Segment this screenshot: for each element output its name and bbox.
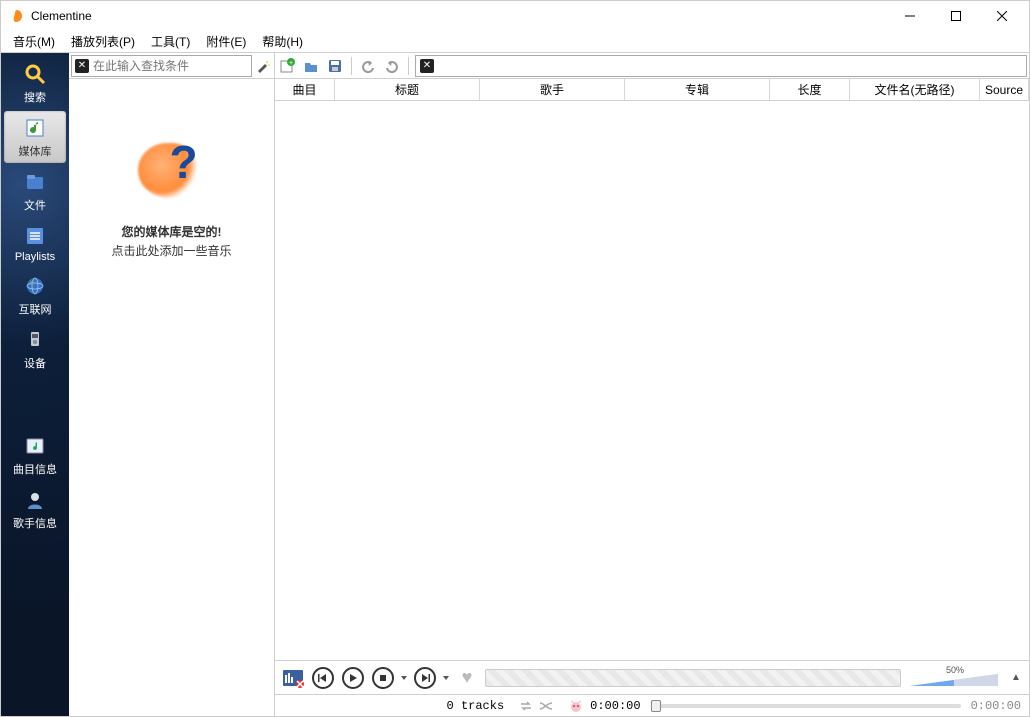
track-count: 0 tracks xyxy=(447,699,505,713)
progress-bar[interactable] xyxy=(485,669,901,687)
playlist-icon xyxy=(22,223,48,249)
col-track[interactable]: 曲目 xyxy=(275,79,335,100)
main-area: 搜索 媒体库 文件 Playlists 互联网 设备 xyxy=(1,53,1029,716)
library-search-input[interactable] xyxy=(93,59,248,73)
minimize-button[interactable] xyxy=(887,1,933,31)
chevron-down-icon xyxy=(443,670,449,686)
sidebar-item-files[interactable]: 文件 xyxy=(4,165,66,217)
menu-playlist[interactable]: 播放列表(P) xyxy=(63,31,143,52)
sidebar-item-internet[interactable]: 互联网 xyxy=(4,269,66,321)
empty-library-icon: ? xyxy=(132,129,212,209)
visualization-button[interactable] xyxy=(281,666,305,690)
total-time: 0:00:00 xyxy=(971,699,1021,713)
close-tab-icon[interactable]: ✕ xyxy=(420,59,434,73)
sidebar-item-label: 搜索 xyxy=(24,89,46,105)
col-length[interactable]: 长度 xyxy=(770,79,850,100)
svg-text:+: + xyxy=(289,60,293,67)
sidebar-item-label: 媒体库 xyxy=(19,143,52,159)
sidebar-item-label: Playlists xyxy=(15,251,55,263)
sidebar-item-label: 设备 xyxy=(24,355,46,371)
open-playlist-button[interactable] xyxy=(301,56,321,76)
playlist-column-header: 曲目 标题 歌手 专辑 长度 文件名(无路径) Source xyxy=(275,79,1029,101)
playlist-area: + ✕ 曲目 标题 歌手 专辑 长度 文件名(无路径) Source xyxy=(275,53,1029,716)
playlist-toolbar: + ✕ xyxy=(275,53,1029,79)
shuffle-button[interactable] xyxy=(536,697,556,715)
sidebar-item-artistinfo[interactable]: 歌手信息 xyxy=(4,483,66,535)
app-title: Clementine xyxy=(31,9,92,23)
library-search-row: ✕ xyxy=(69,53,274,79)
maximize-button[interactable] xyxy=(933,1,979,31)
clear-icon[interactable]: ✕ xyxy=(75,59,89,73)
sidebar-item-songinfo[interactable]: 曲目信息 xyxy=(4,429,66,481)
library-empty-state[interactable]: ? 您的媒体库是空的! 点击此处添加一些音乐 xyxy=(69,79,274,716)
sidebar-item-devices[interactable]: 设备 xyxy=(4,323,66,375)
previous-button[interactable] xyxy=(311,666,335,690)
new-playlist-button[interactable]: + xyxy=(277,56,297,76)
elapsed-time: 0:00:00 xyxy=(590,699,640,713)
library-icon xyxy=(22,115,48,141)
player-controls: ♥ 50% ▲ xyxy=(275,660,1029,694)
empty-library-subtitle: 点击此处添加一些音乐 xyxy=(111,242,231,259)
play-button[interactable] xyxy=(341,666,365,690)
person-icon xyxy=(22,487,48,513)
statusbar: 0 tracks 0:00:00 0:00:00 xyxy=(275,694,1029,716)
titlebar: Clementine xyxy=(1,1,1029,31)
songinfo-icon xyxy=(22,433,48,459)
menu-music[interactable]: 音乐(M) xyxy=(5,31,63,52)
menubar: 音乐(M) 播放列表(P) 工具(T) 附件(E) 帮助(H) xyxy=(1,31,1029,53)
library-search-box[interactable]: ✕ xyxy=(71,55,252,77)
close-button[interactable] xyxy=(979,1,1025,31)
sidebar-item-label: 歌手信息 xyxy=(13,515,57,531)
col-album[interactable]: 专辑 xyxy=(625,79,770,100)
stop-button[interactable] xyxy=(371,666,395,690)
menu-help[interactable]: 帮助(H) xyxy=(254,31,311,52)
search-icon xyxy=(22,61,48,87)
col-filename[interactable]: 文件名(无路径) xyxy=(850,79,980,100)
sidebar-item-label: 曲目信息 xyxy=(13,461,57,477)
col-source[interactable]: Source xyxy=(980,79,1029,100)
playlist-tab-bar[interactable]: ✕ xyxy=(415,55,1027,77)
seek-slider[interactable] xyxy=(651,704,961,708)
love-button[interactable]: ♥ xyxy=(455,666,479,690)
col-artist[interactable]: 歌手 xyxy=(480,79,625,100)
sidebar-item-label: 互联网 xyxy=(19,301,52,317)
clementine-icon xyxy=(9,8,25,24)
sidebar: 搜索 媒体库 文件 Playlists 互联网 设备 xyxy=(1,53,69,716)
menu-tools[interactable]: 工具(T) xyxy=(143,31,198,52)
sidebar-item-search[interactable]: 搜索 xyxy=(4,57,66,109)
sidebar-item-label: 文件 xyxy=(24,197,46,213)
globe-icon xyxy=(22,273,48,299)
undo-button[interactable] xyxy=(358,56,378,76)
sidebar-item-library[interactable]: 媒体库 xyxy=(4,111,66,163)
folder-icon xyxy=(22,169,48,195)
menu-extras[interactable]: 附件(E) xyxy=(198,31,254,52)
sidebar-item-playlists[interactable]: Playlists xyxy=(4,219,66,267)
empty-library-title: 您的媒体库是空的! xyxy=(122,223,222,240)
next-button[interactable] xyxy=(413,666,437,690)
save-playlist-button[interactable] xyxy=(325,56,345,76)
playlist-body[interactable] xyxy=(275,101,1029,660)
repeat-button[interactable] xyxy=(516,697,536,715)
volume-control[interactable]: 50% xyxy=(907,668,1003,688)
library-panel: ✕ ? 您的媒体库是空的! 点击此处添加一些音乐 xyxy=(69,53,275,716)
col-title[interactable]: 标题 xyxy=(335,79,480,100)
app-window: Clementine 音乐(M) 播放列表(P) 工具(T) 附件(E) 帮助(… xyxy=(0,0,1030,717)
device-icon xyxy=(22,327,48,353)
chevron-down-icon xyxy=(401,670,407,686)
expand-icon[interactable]: ▲ xyxy=(1009,671,1023,685)
kitty-icon xyxy=(568,698,584,714)
redo-button[interactable] xyxy=(382,56,402,76)
filter-options-button[interactable] xyxy=(254,56,272,76)
